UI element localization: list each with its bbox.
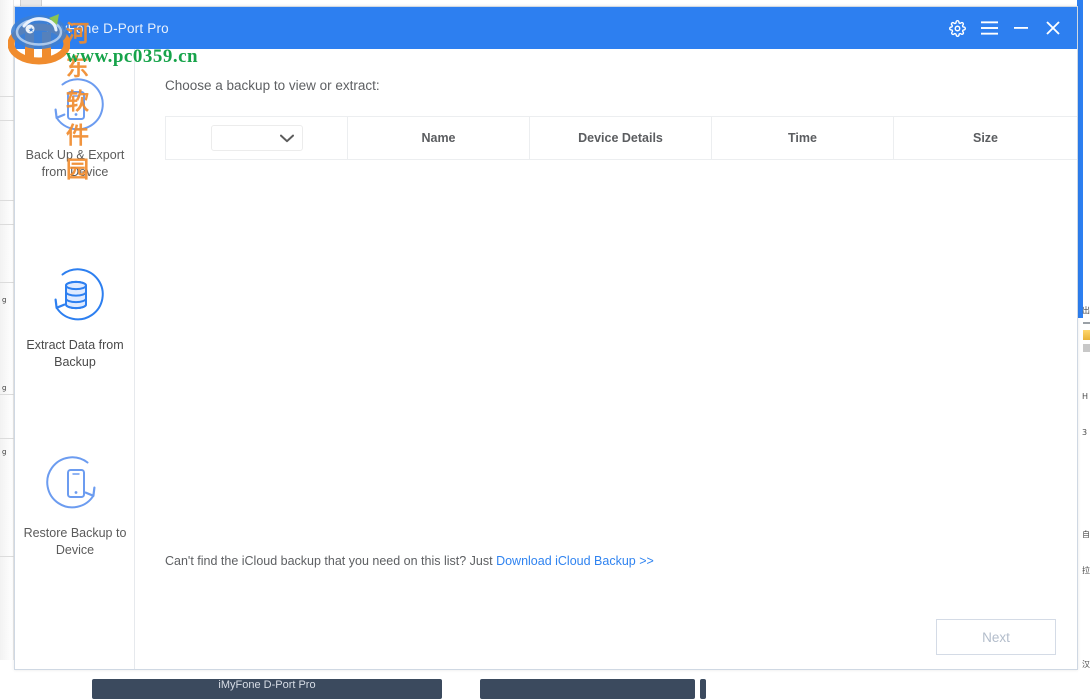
background-rule <box>0 120 14 121</box>
gear-icon[interactable] <box>941 7 973 49</box>
background-rule <box>0 556 14 557</box>
table-column-size[interactable]: Size <box>894 117 1077 159</box>
background-right-rule <box>1083 322 1090 324</box>
sidebar: Back Up & Export from Device <box>15 49 135 670</box>
taskbar: iMyFone D-Port Pro <box>0 668 1090 690</box>
hamburger-menu-icon[interactable] <box>973 7 1005 49</box>
background-rule <box>0 200 14 201</box>
sidebar-item-label: Extract Data from Backup <box>18 337 132 371</box>
icloud-hint-text: Can't find the iCloud backup that you ne… <box>165 554 496 568</box>
minimize-icon[interactable] <box>1005 7 1037 49</box>
table-column-name[interactable]: Name <box>348 117 530 159</box>
background-rule <box>0 438 14 439</box>
table-column-device-details[interactable]: Device Details <box>530 117 712 159</box>
application-window: iMyFone D-Port Pro <box>14 6 1078 670</box>
page-prompt: Choose a backup to view or extract: <box>165 78 380 93</box>
background-rule <box>0 394 14 395</box>
sidebar-item-backup-export[interactable]: Back Up & Export from Device <box>15 75 135 181</box>
background-glyph: g <box>2 384 6 392</box>
backup-table-header: Name Device Details Time Size <box>165 116 1078 160</box>
window-title: iMyFone D-Port Pro <box>46 21 169 36</box>
background-right-glyph: 3 <box>1082 428 1090 437</box>
window-body: Back Up & Export from Device <box>15 49 1077 670</box>
download-icloud-backup-link[interactable]: Download iCloud Backup >> <box>496 554 654 568</box>
taskbar-item[interactable] <box>480 679 695 699</box>
window-controls <box>941 7 1069 49</box>
next-button[interactable]: Next <box>936 619 1056 655</box>
background-rule <box>0 96 14 97</box>
close-icon[interactable] <box>1037 7 1069 49</box>
phone-restore-icon <box>44 453 106 515</box>
icloud-hint: Can't find the iCloud backup that you ne… <box>165 554 654 568</box>
sidebar-item-restore-backup[interactable]: Restore Backup to Device <box>15 453 135 559</box>
background-right-glyph: H <box>1082 392 1090 401</box>
sidebar-item-label: Back Up & Export from Device <box>18 147 132 181</box>
database-restore-icon <box>44 265 106 327</box>
background-right-glyph: 拉 <box>1082 566 1090 575</box>
main-content: Choose a backup to view or extract: Name… <box>135 49 1077 670</box>
background-left-strip <box>0 0 14 660</box>
sidebar-item-label: Restore Backup to Device <box>18 525 132 559</box>
backup-table-body <box>165 160 1078 530</box>
background-right-swatch <box>1083 330 1090 340</box>
backup-filter-select[interactable] <box>211 125 303 151</box>
background-glyph: g <box>2 296 6 304</box>
background-right-swatch <box>1083 344 1090 352</box>
background-right-glyph: 出 <box>1082 306 1090 315</box>
sidebar-item-extract-data[interactable]: Extract Data from Backup <box>15 265 135 371</box>
taskbar-item[interactable] <box>700 679 706 699</box>
background-rule <box>0 282 14 283</box>
background-right-glyph: 自 <box>1082 530 1090 539</box>
background-glyph: g <box>2 448 6 456</box>
title-bar[interactable]: iMyFone D-Port Pro <box>15 7 1077 49</box>
phone-backup-icon <box>44 75 106 137</box>
table-column-time[interactable]: Time <box>712 117 894 159</box>
background-rule <box>0 224 14 225</box>
chevron-down-icon <box>280 134 294 143</box>
taskbar-item[interactable]: iMyFone D-Port Pro <box>92 679 442 699</box>
table-column-filter <box>166 117 348 159</box>
